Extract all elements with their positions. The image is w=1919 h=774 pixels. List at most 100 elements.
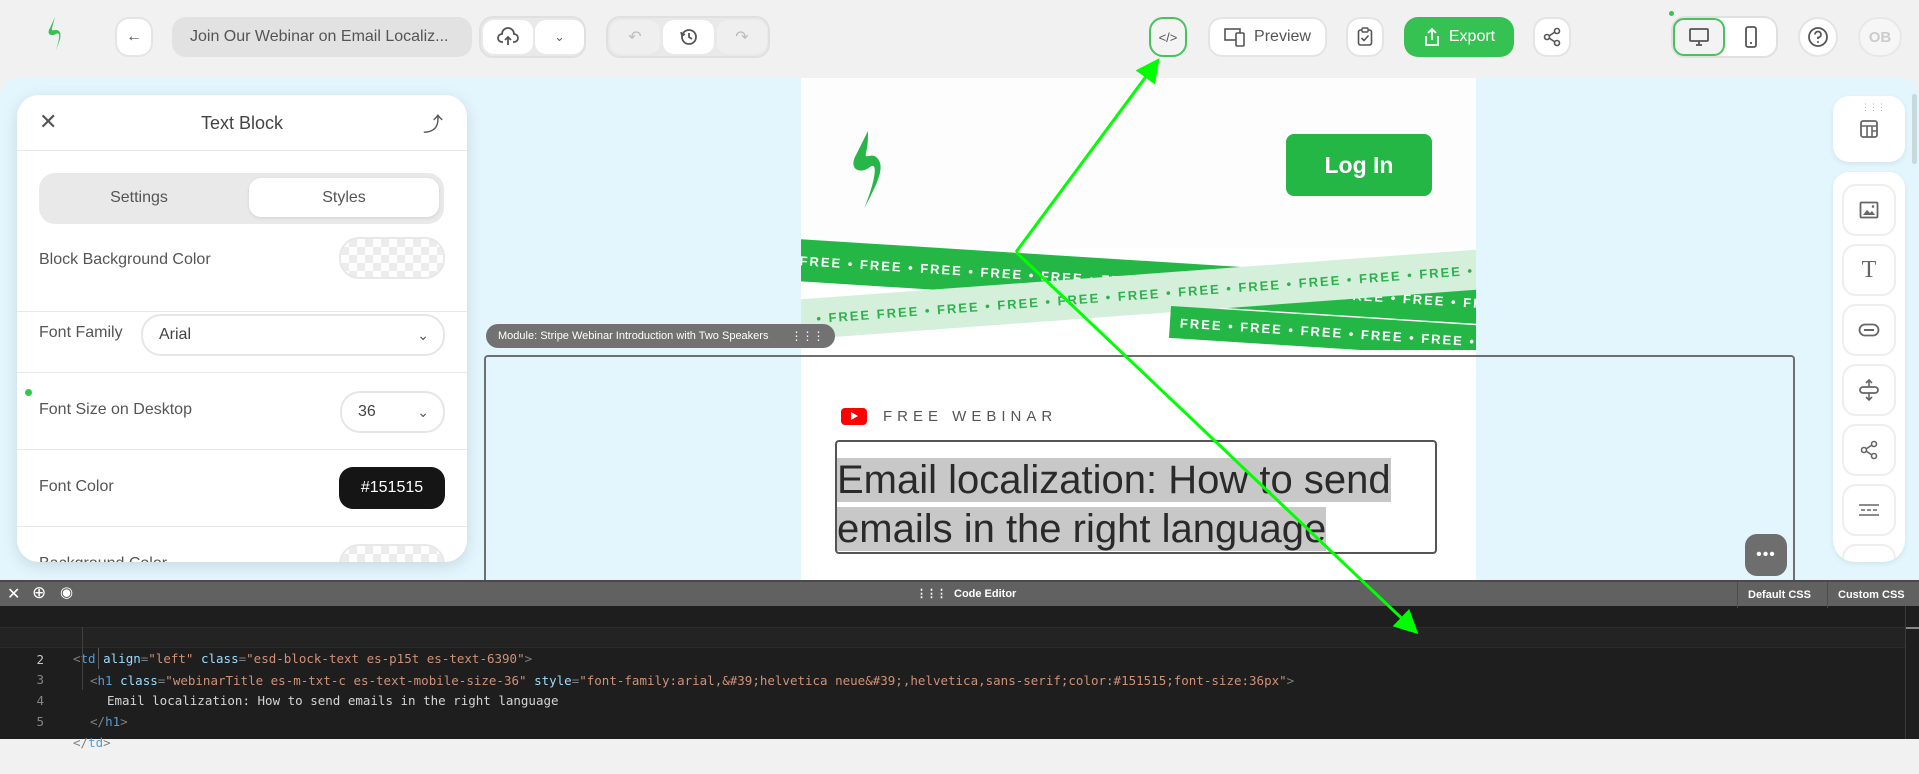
drag-handle-icon[interactable]: ⋮⋮⋮ [790,324,824,348]
drag-handle-icon[interactable]: ⋮⋮⋮ [1861,102,1886,113]
help-button[interactable] [1798,17,1838,57]
tab-styles[interactable]: Styles [249,178,439,217]
status-dot [1669,11,1674,16]
export-icon [1424,27,1439,46]
font-size-select[interactable]: 36 ⌄ [340,391,445,433]
code-editor-title[interactable]: ⋮⋮⋮ Code Editor [916,587,1017,601]
save-button-group: ⌄ [479,16,586,58]
row-label: Background Color [39,555,167,562]
chevron-down-icon: ⌄ [554,29,565,44]
history-button-group: ↶ ↷ [606,16,770,58]
button-block-tool[interactable] [1842,304,1896,356]
block-background-color-swatch[interactable] [339,237,445,279]
image-block-tool[interactable] [1842,184,1896,236]
stripo-logo-icon[interactable] [42,16,68,56]
code-editor-title-text: Code Editor [954,587,1017,600]
html-block-tool[interactable]: </> [1842,544,1896,562]
back-button[interactable]: ← [115,17,153,57]
scroll-thumb[interactable] [1906,627,1919,629]
cloud-upload-icon [497,27,519,45]
top-toolbar: ← Join Our Webinar on Email Localiz... ⌄… [0,0,1919,78]
tab-custom-css[interactable]: Custom CSS [1827,582,1915,608]
row-label: Block Background Color [39,251,211,268]
module-outline[interactable] [484,355,1795,580]
font-color-picker[interactable]: #151515 [339,467,445,509]
history-icon [679,29,697,45]
code-tag: td [88,735,104,750]
chevron-down-icon: ⌄ [417,404,429,420]
document-title[interactable]: Join Our Webinar on Email Localiz... [172,17,472,57]
code-editor-bar: ✕ ⊕ ◉ ⋮⋮⋮ Code Editor Default CSS Custom… [0,580,1919,608]
layout-icon [1860,120,1878,138]
chevron-down-icon: ⌄ [417,327,429,343]
background-color-swatch[interactable] [339,544,445,562]
more-actions-button[interactable]: ••• [1745,534,1787,576]
version-history-button[interactable] [663,20,714,54]
code-line[interactable]: 1 <td align="left" class="esd-block-text… [0,606,1905,666]
drag-handle-icon[interactable]: ⋮⋮⋮ [916,587,947,600]
indent-guide [82,627,83,690]
devices-icon [1224,28,1245,47]
undo-button[interactable]: ↶ [610,20,660,54]
menu-block-tool[interactable] [1842,484,1896,536]
code-editor-button[interactable]: </> [1149,17,1187,57]
row-label: Font Color [39,478,114,495]
select-parent-icon[interactable]: ⤴ [423,108,443,137]
code-line[interactable]: 4 </h1> [0,669,1905,729]
panel-header: ✕ Text Block ⤴ [17,95,467,151]
focus-icon[interactable]: ◉ [60,583,73,601]
help-icon [1808,27,1828,47]
test-email-button[interactable] [1346,17,1384,57]
settings-tabs: Settings Styles [39,173,444,224]
redo-button[interactable]: ↷ [717,20,767,54]
desktop-icon [1689,28,1709,46]
text-icon: T [1861,256,1877,283]
preview-label: Preview [1254,28,1311,45]
canvas-scrollbar[interactable] [1912,94,1917,164]
font-size-value: 36 [358,403,376,420]
login-button[interactable]: Log In [1286,134,1432,196]
row-label: Font Size on Desktop [39,401,192,418]
clipboard-check-icon [1357,27,1373,46]
undo-icon: ↶ [628,29,642,46]
tab-default-css[interactable]: Default CSS [1737,582,1821,608]
more-icon: ••• [1756,546,1776,563]
user-avatar[interactable]: OB [1858,17,1902,57]
locate-icon[interactable]: ⊕ [32,583,46,603]
panel-title: Text Block [200,113,284,133]
save-options-dropdown[interactable]: ⌄ [535,20,584,54]
share-icon [1860,440,1878,460]
export-button[interactable]: Export [1404,17,1514,57]
structures-tool[interactable]: ⋮⋮⋮ [1833,96,1905,162]
preview-button[interactable]: Preview [1208,17,1327,57]
line-number: 5 [36,714,44,729]
share-button[interactable] [1533,17,1571,57]
text-block-tool[interactable]: T [1842,244,1896,296]
arrow-left-icon: ← [126,28,142,45]
image-icon [1859,201,1879,219]
row-background-color: Background Color [17,527,467,562]
code-line-current[interactable]: 2 <h1 class="webinarTitle es-m-txt-c es-… [0,627,1905,688]
spacer-block-tool[interactable] [1842,364,1896,416]
redo-icon: ↷ [735,29,749,46]
font-family-select[interactable]: Arial ⌄ [141,314,445,356]
social-block-tool[interactable] [1842,424,1896,476]
modified-indicator [25,389,32,396]
tab-settings[interactable]: Settings [44,178,234,217]
row-font-size-desktop: Font Size on Desktop 36 ⌄ [17,373,467,450]
module-label[interactable]: Module: Stripe Webinar Introduction with… [486,324,836,348]
blocks-toolbar: T </> [1833,172,1905,562]
save-to-cloud-button[interactable] [483,20,533,54]
code-line[interactable]: 3 Email localization: How to send emails… [0,648,1905,708]
code-area[interactable]: 1 <td align="left" class="esd-block-text… [0,606,1905,750]
close-icon[interactable]: ✕ [7,584,20,604]
brand-logo-icon [844,129,886,211]
code-editor: ✕ ⊕ ◉ ⋮⋮⋮ Code Editor Default CSS Custom… [0,580,1919,750]
code-editor-scrollbar[interactable] [1905,606,1919,739]
code-line[interactable]: 5 </td> [0,690,1905,750]
indent-guide [98,648,99,669]
mobile-view-button[interactable] [1727,20,1775,54]
code-icon: </> [1158,29,1178,45]
desktop-view-button[interactable] [1673,18,1725,56]
row-label: Font Family [39,324,123,341]
